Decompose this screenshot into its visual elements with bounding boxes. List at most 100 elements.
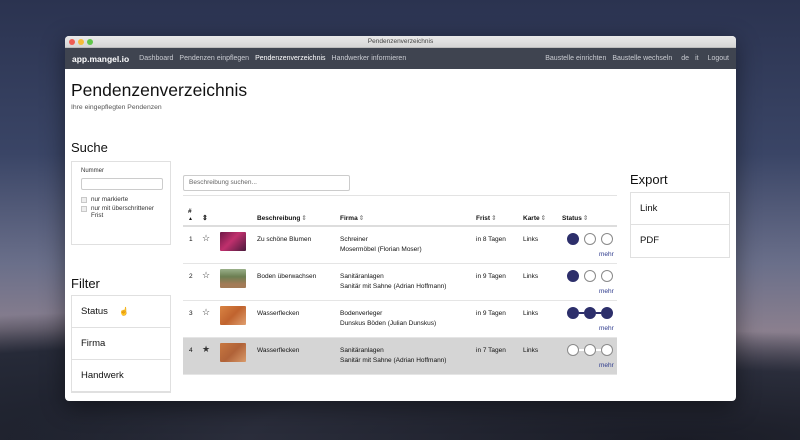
table-row[interactable]: 1 ☆ Zu schöne Blumen Schreiner Mosermöbel… [183,227,617,264]
sort-icon: ⇕ [540,215,547,222]
close-window-button[interactable] [69,39,75,45]
column-header-deadline[interactable]: Frist⇕ [476,214,497,222]
nav-link-pendenzen-einpflegen[interactable]: Pendenzen einpflegen [179,55,249,62]
language-de-link[interactable]: de [681,55,689,62]
row-description: Wasserflecken [257,347,300,354]
window-controls [69,39,93,45]
sort-icon: ⇕ [491,215,497,222]
checkbox-overdue[interactable] [81,206,87,212]
row-number: 3 [189,310,193,317]
sort-icon[interactable]: ⇕ [202,214,208,222]
status-step-2[interactable] [584,344,596,356]
row-more-link[interactable]: mehr [599,325,614,332]
number-label: Nummer [81,168,105,174]
column-header-number[interactable]: # [188,208,192,215]
page-content: Pendenzenverzeichnis Ihre eingepflegten … [65,69,736,401]
window-titlebar: Pendenzenverzeichnis [65,36,736,48]
column-header-map[interactable]: Karte⇕ [523,214,546,222]
nav-link-pendenzenverzeichnis[interactable]: Pendenzenverzeichnis [255,55,325,62]
pendenzen-table: # ▲ ⇕ Beschreibung⇕ Firma⇕ Frist⇕ Karte⇕… [183,205,617,375]
row-map: Links [523,347,539,354]
status-step-1[interactable] [567,270,579,282]
hand-cursor-icon: ☝ [119,307,129,316]
browser-window: Pendenzenverzeichnis app.mangel.io Dashb… [65,36,736,401]
status-progress [567,270,613,282]
row-description: Wasserflecken [257,310,300,317]
page-title: Pendenzenverzeichnis [71,80,248,100]
sort-icon: ⇕ [301,215,307,222]
checkbox-marked-label: nur markierte [91,196,129,203]
row-description: Boden überwachsen [257,273,317,280]
description-search-input[interactable]: Beschreibung suchen... [183,175,350,191]
status-step-3[interactable] [601,270,613,282]
row-number: 2 [189,273,193,280]
table-row[interactable]: 2 ☆ Boden überwachsen Sanitäranlagen Sani… [183,264,617,301]
logout-link[interactable]: Logout [708,55,729,62]
nav-link-handwerker-informieren[interactable]: Handwerker informieren [332,55,407,62]
table-row[interactable]: 4 ★ Wasserflecken Sanitäranlagen Sanitär … [183,338,617,375]
page-subtitle: Ihre eingepflegten Pendenzen [71,104,162,111]
sort-icon: ⇕ [358,215,365,222]
export-heading: Export [630,172,668,187]
search-heading: Suche [71,140,108,155]
star-outline-icon[interactable]: ☆ [202,233,210,244]
status-step-1[interactable] [567,233,579,245]
filter-heading: Filter [71,276,100,291]
status-step-1[interactable] [567,344,579,356]
status-step-2[interactable] [584,233,596,245]
row-more-link[interactable]: mehr [599,362,614,369]
row-company: Schreiner Mosermöbel (Florian Moser) [340,236,422,253]
status-progress [567,233,613,245]
status-step-3[interactable] [601,344,613,356]
column-header-description[interactable]: Beschreibung⇕ [257,214,307,222]
filter-item-handwerk[interactable]: Handwerk [72,360,170,392]
row-map: Links [523,236,539,243]
checkbox-overdue-label: nur mit überschrittener Frist [91,205,154,219]
row-map: Links [523,310,539,317]
row-number: 4 [189,347,193,354]
status-progress [567,344,613,356]
search-card: Nummer nur markierte nur mit überschritt… [71,161,171,245]
row-thumbnail[interactable] [220,232,246,251]
table-header: # ▲ ⇕ Beschreibung⇕ Firma⇕ Frist⇕ Karte⇕… [183,205,617,227]
checkbox-marked[interactable] [81,197,87,203]
minimize-window-button[interactable] [78,39,84,45]
navbar-right: Baustelle einrichten Baustelle wechseln … [539,55,729,62]
checkbox-row-overdue[interactable]: nur mit überschrittener Frist [81,205,161,219]
nav-link-dashboard[interactable]: Dashboard [139,55,173,62]
row-deadline: in 9 Tagen [476,310,506,317]
column-header-company[interactable]: Firma⇕ [340,214,364,222]
caret-up-icon[interactable]: ▲ [188,216,193,222]
status-step-2[interactable] [584,270,596,282]
number-input[interactable] [81,178,163,190]
checkbox-row-marked[interactable]: nur markierte [81,196,161,203]
row-number: 1 [189,236,193,243]
status-step-1[interactable] [567,307,579,319]
star-filled-icon[interactable]: ★ [202,344,210,355]
table-row[interactable]: 3 ☆ Wasserflecken Bodenverleger Dunskus B… [183,301,617,338]
status-step-2[interactable] [584,307,596,319]
export-pdf-button[interactable]: PDF [631,225,729,257]
row-description: Zu schöne Blumen [257,236,312,243]
row-deadline: in 8 Tagen [476,236,506,243]
status-step-3[interactable] [601,307,613,319]
column-header-status[interactable]: Status⇕ [562,214,588,222]
row-thumbnail[interactable] [220,269,246,288]
row-deadline: in 7 Tagen [476,347,506,354]
export-link-button[interactable]: Link [631,193,729,225]
zoom-window-button[interactable] [87,39,93,45]
export-list: Link PDF [630,192,730,258]
row-thumbnail[interactable] [220,306,246,325]
row-more-link[interactable]: mehr [599,251,614,258]
filter-item-firma[interactable]: Firma [72,328,170,360]
nav-link-baustelle-einrichten[interactable]: Baustelle einrichten [545,55,606,62]
window-title: Pendenzenverzeichnis [367,38,434,45]
row-company: Sanitäranlagen Sanitär mit Sahne (Adrian … [340,347,447,364]
star-outline-icon[interactable]: ☆ [202,270,210,281]
brand-logo[interactable]: app.mangel.io [72,54,129,64]
nav-link-baustelle-wechseln[interactable]: Baustelle wechseln [612,55,672,62]
star-outline-icon[interactable]: ☆ [202,307,210,318]
row-more-link[interactable]: mehr [599,288,614,295]
status-step-3[interactable] [601,233,613,245]
row-thumbnail[interactable] [220,343,246,362]
